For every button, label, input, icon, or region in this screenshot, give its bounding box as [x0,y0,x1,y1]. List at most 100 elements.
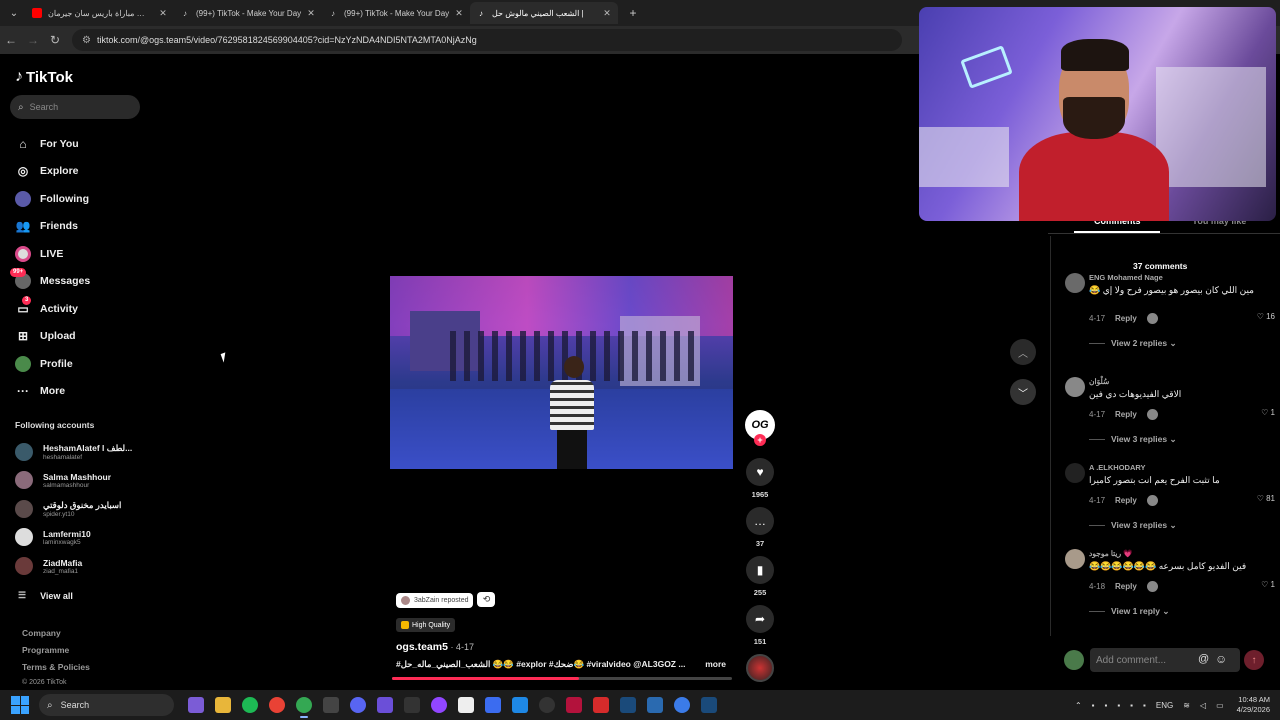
comment-user[interactable]: ريتا موجود 💗 [1089,549,1275,558]
discord-alt-icon[interactable] [673,697,690,713]
following-account-item[interactable]: Lamfermi10 laminxwagk5 [15,525,145,549]
view-all-button[interactable]: ☰ View all [18,590,73,601]
close-tab-icon[interactable]: ✕ [602,8,612,19]
repost-badge[interactable]: 3abZain reposted [396,593,474,608]
forward-icon[interactable]: → [22,33,44,47]
browser-tab-1[interactable]: ملخص مباراة باريس سان جيرمان ✕ [26,2,174,24]
sidebar-item-upload[interactable]: ⊞ Upload [14,323,90,351]
sidebar-item-following[interactable]: Following [14,185,90,213]
tab-search-chevron-icon[interactable]: ⌄ [2,3,26,23]
comment-user[interactable]: سُلْوَان [1089,377,1275,386]
steam-icon[interactable] [619,697,636,713]
tray-app-icon[interactable]: ▪ [1143,701,1146,710]
chrome-icon[interactable] [268,697,285,713]
sidebar-item-friends[interactable]: 👥 Friends [14,213,90,241]
creator-avatar[interactable]: OG + [745,410,775,446]
close-tab-icon[interactable]: ✕ [306,8,316,19]
avatar[interactable] [1065,273,1085,293]
keyboard-icon[interactable] [403,697,420,713]
capcut-icon[interactable] [538,697,555,713]
following-account-item[interactable]: اسبايدر مخنوق دلوقتي spider.yt10 [15,497,145,521]
reply-button[interactable]: Reply [1115,314,1137,323]
share-button[interactable]: ➦ 151 [745,605,775,646]
author-name[interactable]: ogs.team5 [396,641,448,653]
close-tab-icon[interactable]: ✕ [158,8,168,19]
wifi-icon[interactable]: ≋ [1183,701,1190,710]
music-disc-icon[interactable] [746,654,774,682]
quality-badge[interactable]: High Quality [396,618,456,632]
chrome-profile-icon[interactable] [295,697,312,718]
sidebar-item-explore[interactable]: ◎ Explore [14,158,90,186]
avatar[interactable] [1065,377,1085,397]
send-comment-button[interactable]: ↑ [1244,650,1264,670]
steam-alt-icon[interactable] [700,697,717,713]
following-account-item[interactable]: Salma Mashhour salmamashhour [15,468,145,492]
mention-icon[interactable]: @ [1198,653,1209,665]
view-replies-button[interactable]: View 1 reply ⌄ [1089,606,1275,617]
more-link[interactable]: more [705,659,726,670]
comment-like-button[interactable]: ♡ 81 [1257,494,1275,503]
sidebar-item-messages[interactable]: 99+ Messages [10,268,90,296]
sidebar-item-live[interactable]: LIVE [14,240,90,268]
emoji-icon[interactable]: ☺ [1215,652,1227,666]
new-tab-icon[interactable]: + [624,6,642,20]
sidebar-item-profile[interactable]: Profile [14,350,90,378]
sidebar-item-more[interactable]: ··· More [14,378,90,406]
vscode-icon[interactable] [646,697,663,713]
volume-icon[interactable]: ◁ [1200,701,1206,710]
view-replies-button[interactable]: View 2 replies ⌄ [1089,338,1275,349]
comment-button[interactable]: … 37 [745,507,775,548]
media-icon[interactable] [565,697,582,713]
adobe-icon[interactable] [592,697,609,713]
reply-button[interactable]: Reply [1115,582,1137,591]
back-icon[interactable]: ← [0,33,22,47]
chevron-up-icon[interactable]: ⌃ [1075,701,1082,710]
view-replies-button[interactable]: View 3 replies ⌄ [1089,434,1275,445]
close-tab-icon[interactable]: ✕ [454,8,464,19]
notepad-icon[interactable] [457,697,474,713]
footer-link-programme[interactable]: Programme [22,645,90,662]
file-explorer-icon[interactable] [214,697,231,713]
tray-app-icon[interactable]: ▪ [1117,701,1120,710]
github-icon[interactable] [322,697,339,713]
comment-like-button[interactable]: ♡ 1 [1261,408,1275,417]
reply-button[interactable]: Reply [1115,410,1137,419]
repost-icon[interactable]: ⟲ [477,592,496,607]
twitch-icon[interactable] [430,697,447,713]
following-account-item[interactable]: ZiadMafia ziad_mafia1 [15,554,145,578]
discord-icon[interactable] [349,697,366,713]
reload-icon[interactable]: ↻ [44,33,66,47]
following-account-item[interactable]: HeshamAlatef l لطف... heshamalatef [15,440,145,464]
browser-tab-3[interactable]: ♪ (99+) TikTok - Make Your Day ✕ [322,2,470,24]
previous-video-chevron-up-icon[interactable]: ︿ [1010,339,1036,365]
browser-tab-2[interactable]: ♪ (99+) TikTok - Make Your Day ✕ [174,2,322,24]
store-icon[interactable] [511,697,528,713]
language-indicator[interactable]: ENG [1156,701,1173,710]
comment-user[interactable]: A .ELKHODARY [1089,463,1275,472]
tray-app-icon[interactable]: ▪ [1104,701,1107,710]
tray-app-icon[interactable]: ▪ [1130,701,1133,710]
view-replies-button[interactable]: View 3 replies ⌄ [1089,520,1275,531]
save-button[interactable]: ▮ 255 [745,556,775,597]
comment-like-button[interactable]: ♡ 16 [1257,312,1275,321]
tray-app-icon[interactable]: ▪ [1092,701,1095,710]
site-info-icon[interactable]: ⚙ [82,35,91,46]
sidebar-item-activity[interactable]: ▭ 3 Activity [14,295,90,323]
footer-link-company[interactable]: Company [22,628,90,645]
comment-user[interactable]: ENG Mohamed Nage [1089,273,1275,282]
clock[interactable]: 10:48 AM 4/29/2026 [1237,695,1270,715]
tiktok-logo[interactable]: ♪ TikTok [15,68,73,86]
footer-link-terms[interactable]: Terms & Policies [22,662,90,679]
browser-tab-4-active[interactable]: ♪ الشعب الصيني مالوش حل | ✕ [470,2,618,24]
like-button[interactable]: ♥ 1965 [745,458,775,499]
follow-plus-icon[interactable]: + [754,434,766,446]
windows-start-icon[interactable] [11,696,29,714]
reply-button[interactable]: Reply [1115,496,1137,505]
avatar[interactable] [1065,549,1085,569]
video-player[interactable] [390,276,733,469]
game-icon[interactable] [484,697,501,713]
url-bar[interactable]: ⚙ tiktok.com/@ogs.team5/video/7629581824… [72,29,902,51]
comment-like-button[interactable]: ♡ 1 [1261,580,1275,589]
battery-icon[interactable]: ▭ [1216,701,1224,710]
apps-grid-icon[interactable] [376,697,393,713]
